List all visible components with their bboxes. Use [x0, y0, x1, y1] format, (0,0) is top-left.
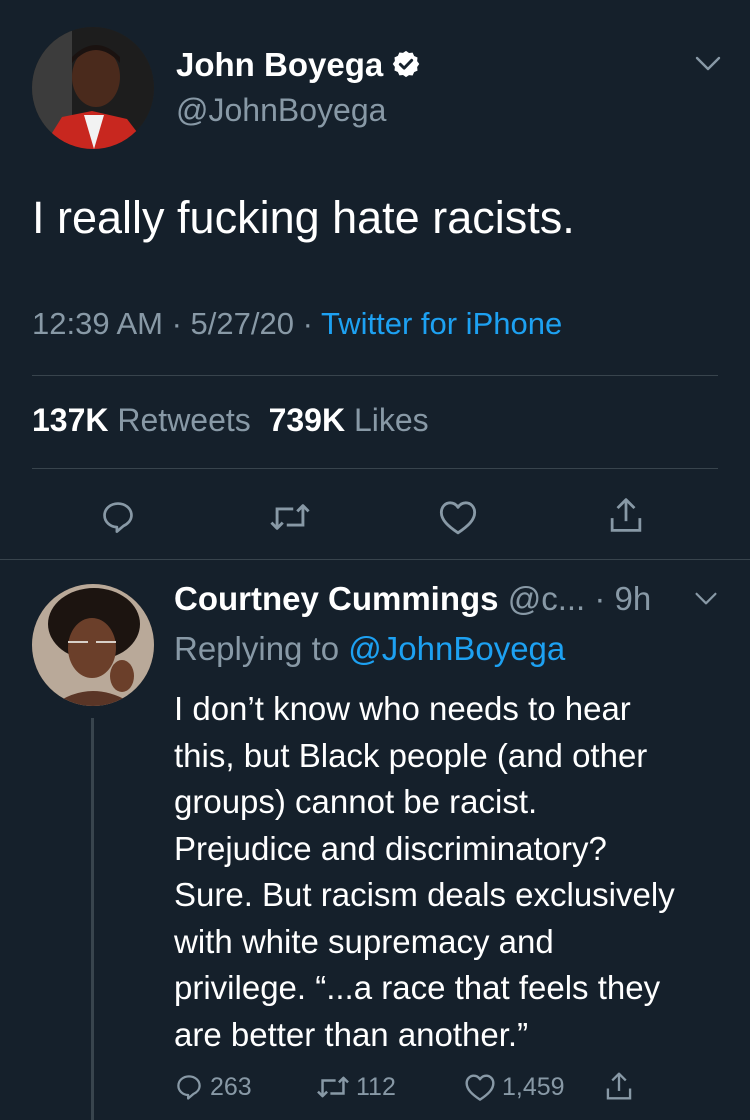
reply-reply-button[interactable]: 263 [174, 1072, 252, 1102]
author-handle[interactable]: @JohnBoyega [176, 92, 386, 129]
divider [0, 559, 750, 560]
share-button[interactable] [596, 485, 656, 545]
author-name[interactable]: John Boyega [176, 46, 421, 87]
reply-text: I don’t know who needs to hear this, but… [174, 690, 675, 1053]
reply-button[interactable] [88, 487, 148, 547]
retweet-button[interactable] [260, 487, 320, 547]
reply-like-button[interactable]: 1,459 [464, 1072, 565, 1102]
heart-icon [439, 501, 477, 535]
heart-icon [465, 1074, 495, 1101]
thread-line [91, 718, 94, 1120]
likes-stat[interactable]: 739K Likes [269, 402, 429, 438]
verified-badge-icon [391, 49, 421, 87]
tweet-meta: 12:39 AM · 5/27/20 · Twitter for iPhone [32, 306, 563, 341]
retweets-stat[interactable]: 137K Retweets [32, 402, 251, 438]
tweet-source-link[interactable]: Twitter for iPhone [321, 306, 562, 341]
reply-author-name[interactable]: Courtney Cummings [174, 580, 499, 617]
share-icon [606, 1072, 632, 1100]
divider [32, 375, 718, 376]
share-icon [610, 498, 642, 532]
like-button[interactable] [428, 487, 488, 547]
retweet-icon [270, 504, 310, 530]
reply-time[interactable]: 9h [615, 580, 652, 617]
retweet-icon [317, 1076, 349, 1098]
like-count: 1,459 [502, 1072, 565, 1101]
replying-to-link[interactable]: @JohnBoyega [348, 630, 565, 667]
reply-author-handle[interactable]: @c... [508, 580, 586, 617]
reply-count: 263 [210, 1072, 252, 1101]
replying-to: Replying to @JohnBoyega [174, 630, 566, 667]
chevron-down-icon[interactable] [694, 590, 718, 613]
reply-icon [103, 502, 133, 533]
tweet-stats: 137K Retweets 739K Likes [32, 402, 429, 439]
reply-retweet-button[interactable]: 112 [316, 1072, 396, 1102]
tweet-date[interactable]: 5/27/20 [191, 306, 294, 341]
tweet-time[interactable]: 12:39 AM [32, 306, 163, 341]
retweet-count: 112 [356, 1072, 396, 1101]
tweet-text: I really fucking hate racists. [32, 192, 575, 243]
reply-icon [177, 1075, 201, 1100]
reply-share-button[interactable] [604, 1070, 634, 1102]
reply-author-avatar[interactable] [32, 584, 154, 706]
chevron-down-icon[interactable] [694, 54, 722, 79]
divider [32, 468, 718, 469]
reply-header: Courtney Cummings @c... · 9h [174, 580, 652, 617]
author-avatar[interactable] [32, 27, 154, 149]
